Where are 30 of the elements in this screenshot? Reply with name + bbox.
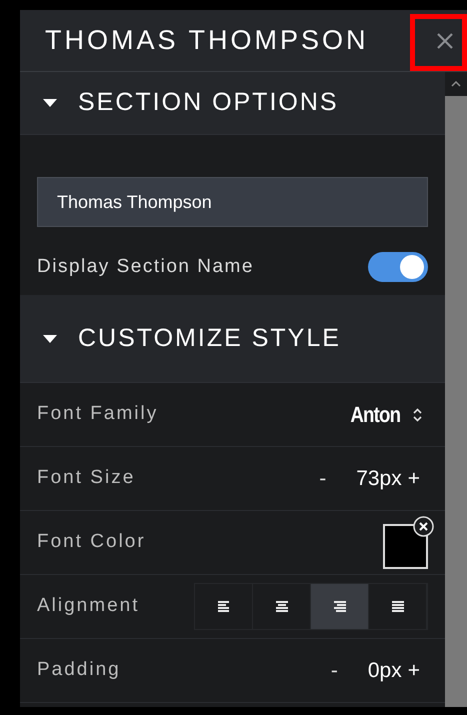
- setting-label: Font Size: [37, 466, 136, 490]
- value-text: 73px: [356, 466, 402, 492]
- setting-label: Padding: [37, 658, 121, 682]
- scroll-up-icon[interactable]: [451, 81, 461, 87]
- scrollbar[interactable]: [445, 72, 467, 707]
- clear-icon[interactable]: [413, 516, 434, 536]
- setting-label: Font Family: [37, 402, 158, 426]
- color-swatch[interactable]: [383, 524, 428, 568]
- setting-label: Font Color: [37, 530, 146, 554]
- panel-title: THOMAS THOMPSON: [44, 24, 369, 58]
- collapse-triangle-icon: [42, 334, 58, 344]
- align-right-icon: [332, 599, 348, 614]
- decrease-button[interactable]: -: [330, 654, 338, 686]
- increase-button[interactable]: +: [408, 462, 420, 494]
- align-center-icon: [274, 599, 290, 614]
- toggle-switch[interactable]: [368, 252, 428, 282]
- section-name-field[interactable]: Thomas Thompson: [37, 177, 428, 227]
- collapse-triangle-icon: [42, 98, 58, 108]
- close-icon: [435, 30, 455, 50]
- align-left-icon: [216, 599, 232, 614]
- setting-label: Alignment: [37, 594, 140, 618]
- value-text: 0px: [368, 658, 402, 684]
- toggle-label: Display Section Name: [37, 254, 254, 279]
- align-button[interactable]: [311, 584, 369, 629]
- decrease-button[interactable]: -: [319, 462, 326, 494]
- highlight-box: [410, 14, 467, 71]
- font-family-select[interactable]: Anton: [346, 398, 428, 431]
- up-down-chevron-icon: [413, 408, 422, 422]
- increase-button[interactable]: +: [408, 654, 420, 686]
- align-justify-icon: [390, 599, 406, 614]
